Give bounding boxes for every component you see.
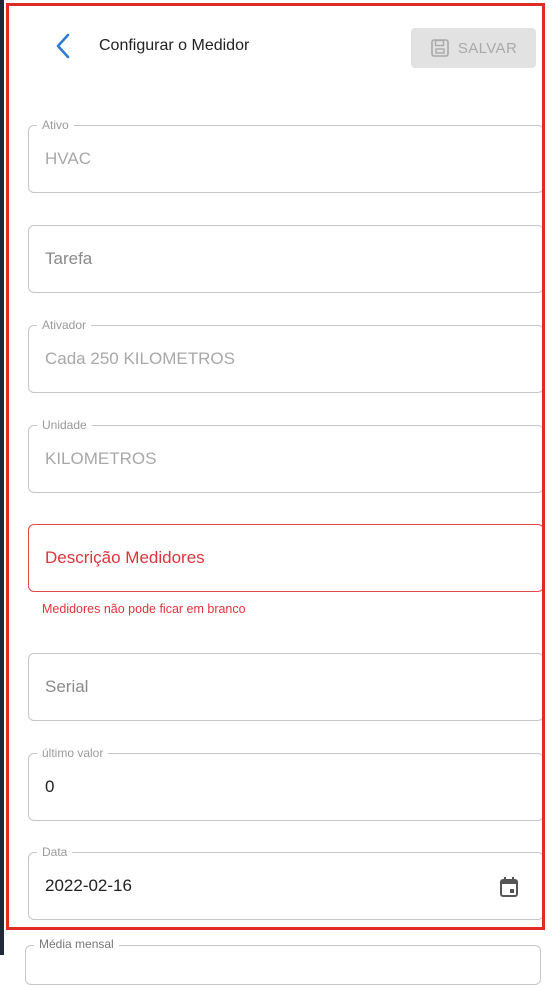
media-mensal-input[interactable]: Média mensal	[25, 937, 541, 985]
data-value: 2022-02-16	[45, 876, 132, 895]
window-edge	[0, 0, 4, 955]
unidade-value: KILOMETROS	[45, 449, 157, 468]
ultimo-valor-value: 0	[45, 777, 55, 796]
serial-input[interactable]: Serial	[28, 653, 542, 721]
serial-placeholder: Serial	[45, 677, 89, 696]
calendar-icon[interactable]	[499, 876, 519, 898]
meter-config-form: Configurar o Medidor SALVAR Ativo HVAC T…	[6, 3, 545, 930]
chevron-left-icon	[56, 33, 70, 59]
ativo-field: Ativo HVAC	[28, 118, 542, 193]
save-button[interactable]: SALVAR	[411, 28, 536, 68]
tarefa-input[interactable]: Tarefa	[28, 225, 542, 293]
descricao-medidores-placeholder: Descrição Medidores	[45, 548, 205, 567]
ativo-value: HVAC	[45, 149, 91, 168]
descricao-medidores-input[interactable]: Descrição Medidores	[28, 524, 542, 592]
media-mensal-label: Média mensal	[34, 937, 119, 951]
ultimo-valor-label: último valor	[37, 746, 109, 760]
data-input[interactable]: Data 2022-02-16	[28, 845, 542, 920]
ultimo-valor-input[interactable]: último valor 0	[28, 746, 542, 821]
ativo-label: Ativo	[37, 118, 74, 132]
back-button[interactable]	[51, 30, 77, 62]
unidade-label: Unidade	[37, 418, 92, 432]
ativador-label: Ativador	[37, 318, 92, 332]
ativador-field: Ativador Cada 250 KILOMETROS	[28, 318, 542, 393]
tarefa-placeholder: Tarefa	[45, 249, 93, 268]
save-button-label: SALVAR	[457, 39, 518, 57]
app-header: Configurar o Medidor SALVAR	[9, 6, 542, 86]
ativador-value: Cada 250 KILOMETROS	[45, 349, 235, 368]
page-title: Configurar o Medidor	[99, 37, 250, 54]
unidade-field: Unidade KILOMETROS	[28, 418, 542, 493]
descricao-error-message: Medidores não pode ficar em branco	[42, 602, 246, 616]
data-label: Data	[37, 845, 73, 859]
floppy-disk-icon	[431, 39, 449, 57]
